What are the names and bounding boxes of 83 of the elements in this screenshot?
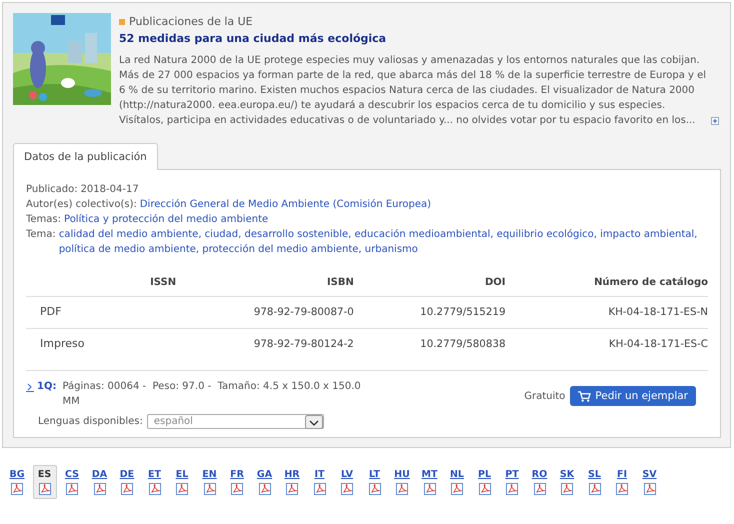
order-button[interactable]: Pedir un ejemplar bbox=[570, 386, 696, 406]
table-cell: 10.2779/515219 bbox=[354, 296, 506, 328]
pdf-icon[interactable] bbox=[38, 483, 50, 495]
language-option[interactable]: DE bbox=[115, 465, 139, 499]
language-option[interactable]: NL bbox=[445, 465, 469, 499]
column-header: ISSN bbox=[130, 271, 176, 296]
publisher-label: Publicaciones de la UE bbox=[129, 15, 253, 28]
pdf-icon[interactable] bbox=[478, 483, 490, 495]
expand-icon[interactable] bbox=[711, 117, 719, 125]
language-option[interactable]: SK bbox=[555, 465, 579, 499]
pdf-icon[interactable] bbox=[286, 483, 298, 495]
language-option[interactable]: PL bbox=[472, 465, 496, 499]
format-info: Páginas: 00064 - Peso: 97.0 - Tamaño: 4.5 x 150.0 x 150.0 MM bbox=[62, 380, 362, 409]
language-option[interactable]: ET bbox=[142, 465, 166, 499]
pdf-icon[interactable] bbox=[561, 483, 573, 495]
language-option[interactable]: EL bbox=[170, 465, 194, 499]
pdf-icon[interactable] bbox=[616, 483, 628, 495]
pdf-icon[interactable] bbox=[204, 483, 216, 495]
column-header: ISBN bbox=[176, 271, 354, 296]
languages-label: Lenguas disponibles: bbox=[38, 416, 143, 427]
pdf-icon[interactable] bbox=[424, 483, 436, 495]
language-option[interactable]: SV bbox=[638, 465, 662, 499]
detail-link[interactable]: Dirección General de Medio Ambiente (Comisión Europea) bbox=[140, 197, 708, 212]
arrow-icon[interactable] bbox=[26, 382, 34, 392]
table-cell: Impreso bbox=[26, 328, 130, 370]
pdf-icon[interactable] bbox=[94, 483, 106, 495]
detail-label: Temas: bbox=[26, 213, 62, 227]
pdf-icon[interactable] bbox=[506, 483, 518, 495]
publication-title[interactable]: 52 medidas para una ciudad más ecológica bbox=[119, 32, 386, 45]
pdf-icon[interactable] bbox=[451, 483, 463, 495]
pdf-icon[interactable] bbox=[314, 483, 326, 495]
language-option[interactable]: LT bbox=[362, 465, 386, 499]
language-option[interactable]: BG bbox=[5, 465, 29, 499]
pdf-icon[interactable] bbox=[396, 483, 408, 495]
language-option[interactable]: IT bbox=[308, 465, 332, 499]
detail-value: 2018-04-17 bbox=[80, 183, 140, 197]
table-cell: 10.2779/580838 bbox=[354, 328, 506, 370]
order-code-link[interactable]: 1Q: bbox=[37, 379, 56, 394]
detail-label: Autor(es) colectivo(s): bbox=[26, 198, 137, 212]
publication-description: La red Natura 2000 de la UE protege especies muy valiosas y amenazadas y los entornos naturales que las cobijan. Más de 27 000 espacios ya forman parte de la red, que abarca más del 18 % de la superficie terrestre de Europa y el 6 % de su territorio marino. Existen muchos espacios Natura cerca de las ciudades. El visualizador de Natura 2000 (http://natura2000. eea.europa.eu/) te ayudará a descubrir los espacios cerca de tu domicilio y sus especies. Visítalos, participa en actividades educativas o de voluntariado y... no olvides votar por tu espacio favorito en los... bbox=[119, 54, 707, 128]
language-option[interactable]: EN bbox=[198, 465, 222, 499]
detail-link[interactable]: calidad del medio ambiente, ciudad, desarrollo sostenible, educación medioambiental, equilibrio ecológico, impacto ambiental, política de medio ambiente, protección del medio ambiente, urbanismo bbox=[58, 227, 708, 257]
detail-label: Publicado: bbox=[26, 183, 78, 197]
pdf-icon[interactable] bbox=[534, 483, 546, 495]
column-header: DOI bbox=[354, 271, 506, 296]
pdf-icon[interactable] bbox=[11, 483, 23, 495]
table-cell: PDF bbox=[26, 296, 130, 328]
pdf-icon[interactable] bbox=[368, 483, 380, 495]
language-select[interactable]: español bbox=[146, 414, 324, 429]
pdf-icon[interactable] bbox=[121, 483, 133, 495]
price-label: Gratuito bbox=[524, 391, 566, 402]
detail-link[interactable]: Política y protección del medio ambiente bbox=[64, 212, 708, 227]
language-option[interactable]: ES bbox=[32, 465, 56, 499]
language-option[interactable]: GA bbox=[252, 465, 276, 499]
language-option[interactable]: HR bbox=[280, 465, 304, 499]
detail-label: Tema: bbox=[26, 228, 56, 242]
cart-icon bbox=[578, 390, 592, 402]
pdf-icon[interactable] bbox=[176, 483, 188, 495]
dropdown-icon[interactable] bbox=[304, 414, 323, 428]
language-option[interactable]: DA bbox=[88, 465, 112, 499]
language-option[interactable]: FI bbox=[610, 465, 634, 499]
language-option[interactable]: PT bbox=[500, 465, 524, 499]
language-option[interactable]: FR bbox=[225, 465, 249, 499]
column-header: Número de catálogo bbox=[506, 271, 708, 296]
table-cell: 978-92-79-80087-0 bbox=[176, 296, 354, 328]
table-cell: 978-92-79-80124-2 bbox=[176, 328, 354, 370]
pdf-icon[interactable] bbox=[258, 483, 270, 495]
language-option[interactable]: CS bbox=[60, 465, 84, 499]
language-option[interactable]: RO bbox=[528, 465, 552, 499]
table-cell: KH-04-18-171-ES-C bbox=[506, 328, 708, 370]
table-cell: KH-04-18-171-ES-N bbox=[506, 296, 708, 328]
tab[interactable]: Datos de la publicación bbox=[13, 143, 158, 170]
language-option[interactable]: SL bbox=[582, 465, 606, 499]
bullet-icon bbox=[119, 18, 125, 24]
pdf-icon[interactable] bbox=[231, 483, 243, 495]
pdf-icon[interactable] bbox=[341, 483, 353, 495]
language-option[interactable]: HU bbox=[390, 465, 414, 499]
language-option[interactable]: MT bbox=[418, 465, 442, 499]
language-option[interactable]: LV bbox=[335, 465, 359, 499]
pdf-icon[interactable] bbox=[588, 483, 600, 495]
pdf-icon[interactable] bbox=[66, 483, 78, 495]
pdf-icon[interactable] bbox=[644, 483, 656, 495]
pdf-icon[interactable] bbox=[148, 483, 160, 495]
